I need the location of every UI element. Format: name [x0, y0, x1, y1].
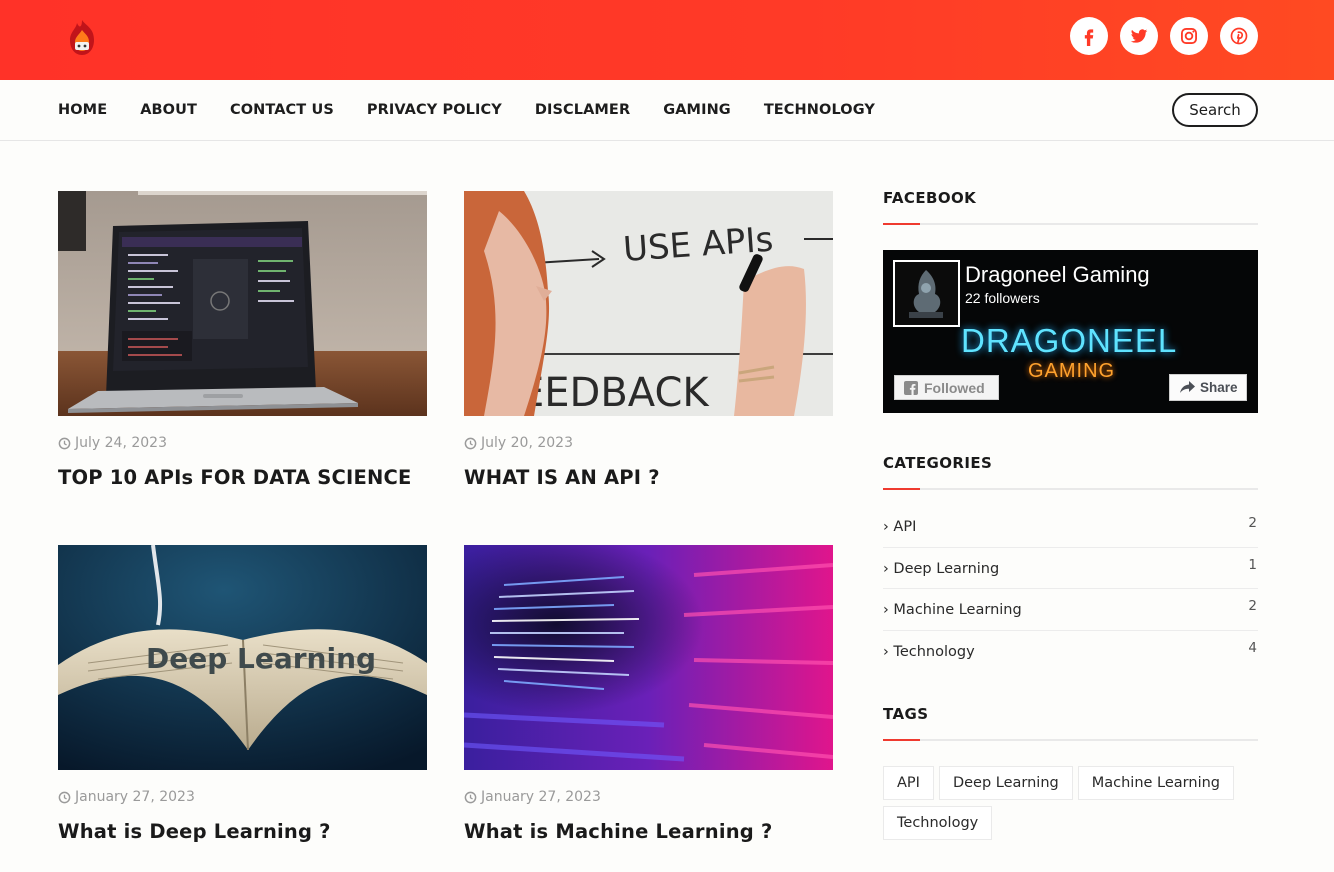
tag-link[interactable]: Deep Learning — [938, 766, 1073, 800]
clock-icon — [58, 791, 71, 803]
category-item[interactable]: › Technology 4 — [883, 631, 1258, 673]
nav-gaming[interactable]: GAMING — [663, 102, 731, 118]
top-header — [0, 0, 1334, 80]
tags-widget: TAGS API Deep Learning Machine Learning … — [883, 705, 1258, 846]
category-link[interactable]: › Technology — [883, 644, 975, 660]
post-card: USE APIs EEDBACK July 20, 2023 WHAT IS A… — [464, 191, 833, 489]
category-count: 2 — [1248, 598, 1257, 614]
nav-technology[interactable]: TECHNOLOGY — [764, 102, 875, 118]
post-date: January 27, 2023 — [464, 789, 833, 805]
category-item[interactable]: › Deep Learning 1 — [883, 548, 1258, 589]
facebook-page-plugin[interactable]: Dragoneel Gaming 22 followers DRAGONEEL … — [883, 250, 1258, 413]
post-thumbnail-laptop-code[interactable] — [58, 191, 427, 416]
post-date-text: July 24, 2023 — [75, 435, 167, 451]
nav-privacy-policy[interactable]: PRIVACY POLICY — [367, 102, 502, 118]
category-link[interactable]: › Machine Learning — [883, 602, 1022, 618]
share-label: Share — [1200, 380, 1238, 395]
post-title[interactable]: What is Deep Learning ? — [58, 820, 427, 843]
clock-icon — [58, 437, 71, 449]
followed-button[interactable]: Followed — [894, 375, 999, 400]
facebook-square-icon — [904, 380, 918, 395]
post-title[interactable]: WHAT IS AN API ? — [464, 466, 833, 489]
clock-icon — [464, 791, 477, 803]
cover-brand-title: DRAGONEEL — [961, 322, 1178, 359]
nav-home[interactable]: HOME — [58, 102, 107, 118]
widget-heading: TAGS — [883, 705, 929, 723]
post-card: July 24, 2023 TOP 10 APIs FOR DATA SCIEN… — [58, 191, 427, 489]
main-menu: HOME ABOUT CONTACT US PRIVACY POLICY DIS… — [58, 80, 908, 140]
category-list: › API 2 › Deep Learning 1 › Machine Lear… — [883, 506, 1258, 672]
post-title[interactable]: TOP 10 APIs FOR DATA SCIENCE — [58, 466, 427, 489]
page-avatar[interactable] — [893, 260, 960, 327]
site-logo[interactable] — [64, 18, 100, 58]
social-links — [1070, 17, 1258, 55]
category-link[interactable]: › API — [883, 519, 916, 535]
post-date-text: January 27, 2023 — [75, 789, 195, 805]
tag-link[interactable]: Machine Learning — [1077, 766, 1234, 800]
post-date: January 27, 2023 — [58, 789, 427, 805]
widget-heading: CATEGORIES — [883, 454, 993, 472]
tag-link[interactable]: Technology — [883, 806, 993, 840]
image-overlay-text: Deep Learning — [146, 642, 376, 675]
followed-label: Followed — [924, 379, 985, 396]
widget-divider — [883, 739, 1258, 741]
tag-link[interactable]: API — [883, 766, 934, 800]
share-arrow-icon — [1180, 381, 1195, 393]
nav-contact-us[interactable]: CONTACT US — [230, 102, 334, 118]
twitter-icon[interactable] — [1120, 17, 1158, 55]
instagram-icon[interactable] — [1170, 17, 1208, 55]
post-thumbnail-deep-learning[interactable]: Deep Learning — [58, 545, 427, 770]
cover-brand-subtitle: GAMING — [1028, 360, 1116, 382]
main-navigation-bar: HOME ABOUT CONTACT US PRIVACY POLICY DIS… — [0, 80, 1334, 141]
share-button[interactable]: Share — [1169, 374, 1247, 401]
post-card: Deep Learning January 27, 2023 What is D… — [58, 545, 427, 843]
category-link[interactable]: › Deep Learning — [883, 561, 999, 577]
clock-icon — [464, 437, 477, 449]
nav-about[interactable]: ABOUT — [140, 102, 197, 118]
categories-widget: CATEGORIES › API 2 › Deep Learning 1 › M… — [883, 454, 1258, 672]
whiteboard-text-2: EEDBACK — [519, 370, 710, 416]
widget-divider — [883, 223, 1258, 225]
post-title[interactable]: What is Machine Learning ? — [464, 820, 833, 843]
follower-count: 22 followers — [965, 290, 1040, 306]
post-date: July 24, 2023 — [58, 435, 427, 451]
search-button[interactable]: Search — [1172, 93, 1258, 127]
page-name[interactable]: Dragoneel Gaming — [965, 262, 1150, 288]
category-item[interactable]: › API 2 — [883, 506, 1258, 548]
post-thumbnail-whiteboard[interactable]: USE APIs EEDBACK — [464, 191, 833, 416]
post-date-text: January 27, 2023 — [481, 789, 601, 805]
post-card: January 27, 2023 What is Machine Learnin… — [464, 545, 833, 843]
post-date: July 20, 2023 — [464, 435, 833, 451]
widget-divider — [883, 488, 1258, 490]
nav-disclamer[interactable]: DISCLAMER — [535, 102, 630, 118]
post-thumbnail-code-abstract[interactable] — [464, 545, 833, 770]
pinterest-icon[interactable] — [1220, 17, 1258, 55]
widget-heading: FACEBOOK — [883, 189, 977, 207]
category-count: 2 — [1248, 515, 1257, 531]
category-count: 1 — [1248, 556, 1257, 573]
category-item[interactable]: › Machine Learning 2 — [883, 589, 1258, 631]
facebook-icon[interactable] — [1070, 17, 1108, 55]
category-count: 4 — [1248, 639, 1257, 656]
tag-cloud: API Deep Learning Machine Learning Techn… — [883, 766, 1258, 846]
facebook-widget: FACEBOOK — [883, 189, 1258, 225]
post-date-text: July 20, 2023 — [481, 435, 573, 451]
